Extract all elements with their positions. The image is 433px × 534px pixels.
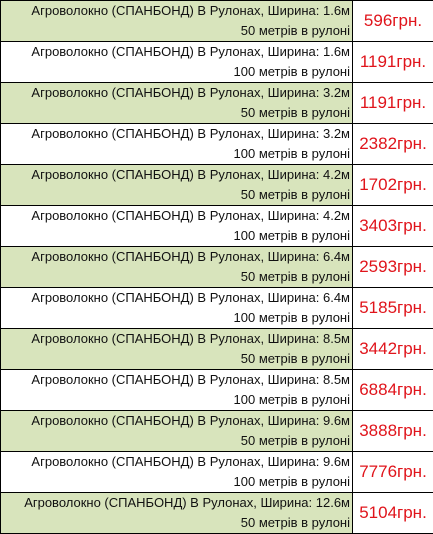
roll-length: 100 метрів в рулоні (233, 64, 350, 79)
table-row: Агроволокно (СПАНБОНД) В Рулонах, Ширина… (0, 164, 433, 206)
price-cell: 1702грн. (352, 164, 433, 206)
table-row: Агроволокно (СПАНБОНД) В Рулонах, Ширина… (0, 328, 433, 370)
table-row: Агроволокно (СПАНБОНД) В Рулонах, Ширина… (0, 369, 433, 411)
table-row: Агроволокно (СПАНБОНД) В Рулонах, Ширина… (0, 451, 433, 493)
product-name: Агроволокно (СПАНБОНД) В Рулонах, Ширина… (24, 495, 350, 510)
table-row: Агроволокно (СПАНБОНД) В Рулонах, Ширина… (0, 0, 433, 42)
price-cell: 1191грн. (352, 41, 433, 83)
price-cell: 1191грн. (352, 82, 433, 124)
table-row: Агроволокно (СПАНБОНД) В Рулонах, Ширина… (0, 492, 433, 534)
table-row: Агроволокно (СПАНБОНД) В Рулонах, Ширина… (0, 410, 433, 452)
product-name-cell: Агроволокно (СПАНБОНД) В Рулонах, Ширина… (0, 123, 353, 165)
product-name-cell: Агроволокно (СПАНБОНД) В Рулонах, Ширина… (0, 369, 353, 411)
roll-length: 100 метрів в рулоні (233, 474, 350, 489)
table-row: Агроволокно (СПАНБОНД) В Рулонах, Ширина… (0, 123, 433, 165)
product-name: Агроволокно (СПАНБОНД) В Рулонах, Ширина… (31, 3, 350, 18)
product-name-cell: Агроволокно (СПАНБОНД) В Рулонах, Ширина… (0, 410, 353, 452)
product-name: Агроволокно (СПАНБОНД) В Рулонах, Ширина… (31, 413, 350, 428)
product-name: Агроволокно (СПАНБОНД) В Рулонах, Ширина… (31, 44, 350, 59)
roll-length: 50 метрів в рулоні (240, 23, 350, 38)
product-name: Агроволокно (СПАНБОНД) В Рулонах, Ширина… (31, 372, 350, 387)
roll-length: 100 метрів в рулоні (233, 392, 350, 407)
price-cell: 3442грн. (352, 328, 433, 370)
roll-length: 100 метрів в рулоні (233, 310, 350, 325)
product-name-cell: Агроволокно (СПАНБОНД) В Рулонах, Ширина… (0, 451, 353, 493)
price-cell: 6884грн. (352, 369, 433, 411)
product-name-cell: Агроволокно (СПАНБОНД) В Рулонах, Ширина… (0, 287, 353, 329)
price-cell: 2382грн. (352, 123, 433, 165)
product-name-cell: Агроволокно (СПАНБОНД) В Рулонах, Ширина… (0, 328, 353, 370)
table-row: Агроволокно (СПАНБОНД) В Рулонах, Ширина… (0, 287, 433, 329)
table-row: Агроволокно (СПАНБОНД) В Рулонах, Ширина… (0, 246, 433, 288)
roll-length: 100 метрів в рулоні (233, 146, 350, 161)
roll-length: 50 метрів в рулоні (240, 351, 350, 366)
price-table: Агроволокно (СПАНБОНД) В Рулонах, Ширина… (0, 0, 433, 534)
product-name-cell: Агроволокно (СПАНБОНД) В Рулонах, Ширина… (0, 205, 353, 247)
table-row: Агроволокно (СПАНБОНД) В Рулонах, Ширина… (0, 82, 433, 124)
roll-length: 50 метрів в рулоні (240, 515, 350, 530)
product-name-cell: Агроволокно (СПАНБОНД) В Рулонах, Ширина… (0, 82, 353, 124)
price-cell: 7776грн. (352, 451, 433, 493)
roll-length: 50 метрів в рулоні (240, 105, 350, 120)
table-row: Агроволокно (СПАНБОНД) В Рулонах, Ширина… (0, 41, 433, 83)
product-name-cell: Агроволокно (СПАНБОНД) В Рулонах, Ширина… (0, 246, 353, 288)
product-name-cell: Агроволокно (СПАНБОНД) В Рулонах, Ширина… (0, 0, 353, 42)
price-cell: 2593грн. (352, 246, 433, 288)
product-name: Агроволокно (СПАНБОНД) В Рулонах, Ширина… (31, 454, 350, 469)
product-name: Агроволокно (СПАНБОНД) В Рулонах, Ширина… (31, 85, 350, 100)
price-cell: 3403грн. (352, 205, 433, 247)
table-row: Агроволокно (СПАНБОНД) В Рулонах, Ширина… (0, 205, 433, 247)
product-name: Агроволокно (СПАНБОНД) В Рулонах, Ширина… (31, 249, 350, 264)
product-name-cell: Агроволокно (СПАНБОНД) В Рулонах, Ширина… (0, 41, 353, 83)
product-name: Агроволокно (СПАНБОНД) В Рулонах, Ширина… (31, 331, 350, 346)
price-cell: 596грн. (352, 0, 433, 42)
roll-length: 50 метрів в рулоні (240, 187, 350, 202)
price-cell: 5104грн. (352, 492, 433, 534)
roll-length: 50 метрів в рулоні (240, 269, 350, 284)
product-name-cell: Агроволокно (СПАНБОНД) В Рулонах, Ширина… (0, 164, 353, 206)
price-cell: 5185грн. (352, 287, 433, 329)
product-name: Агроволокно (СПАНБОНД) В Рулонах, Ширина… (31, 290, 350, 305)
price-table-body: Агроволокно (СПАНБОНД) В Рулонах, Ширина… (0, 0, 433, 534)
product-name: Агроволокно (СПАНБОНД) В Рулонах, Ширина… (31, 167, 350, 182)
product-name: Агроволокно (СПАНБОНД) В Рулонах, Ширина… (31, 126, 350, 141)
price-cell: 3888грн. (352, 410, 433, 452)
product-name: Агроволокно (СПАНБОНД) В Рулонах, Ширина… (31, 208, 350, 223)
roll-length: 100 метрів в рулоні (233, 228, 350, 243)
product-name-cell: Агроволокно (СПАНБОНД) В Рулонах, Ширина… (0, 492, 353, 534)
roll-length: 50 метрів в рулоні (240, 433, 350, 448)
